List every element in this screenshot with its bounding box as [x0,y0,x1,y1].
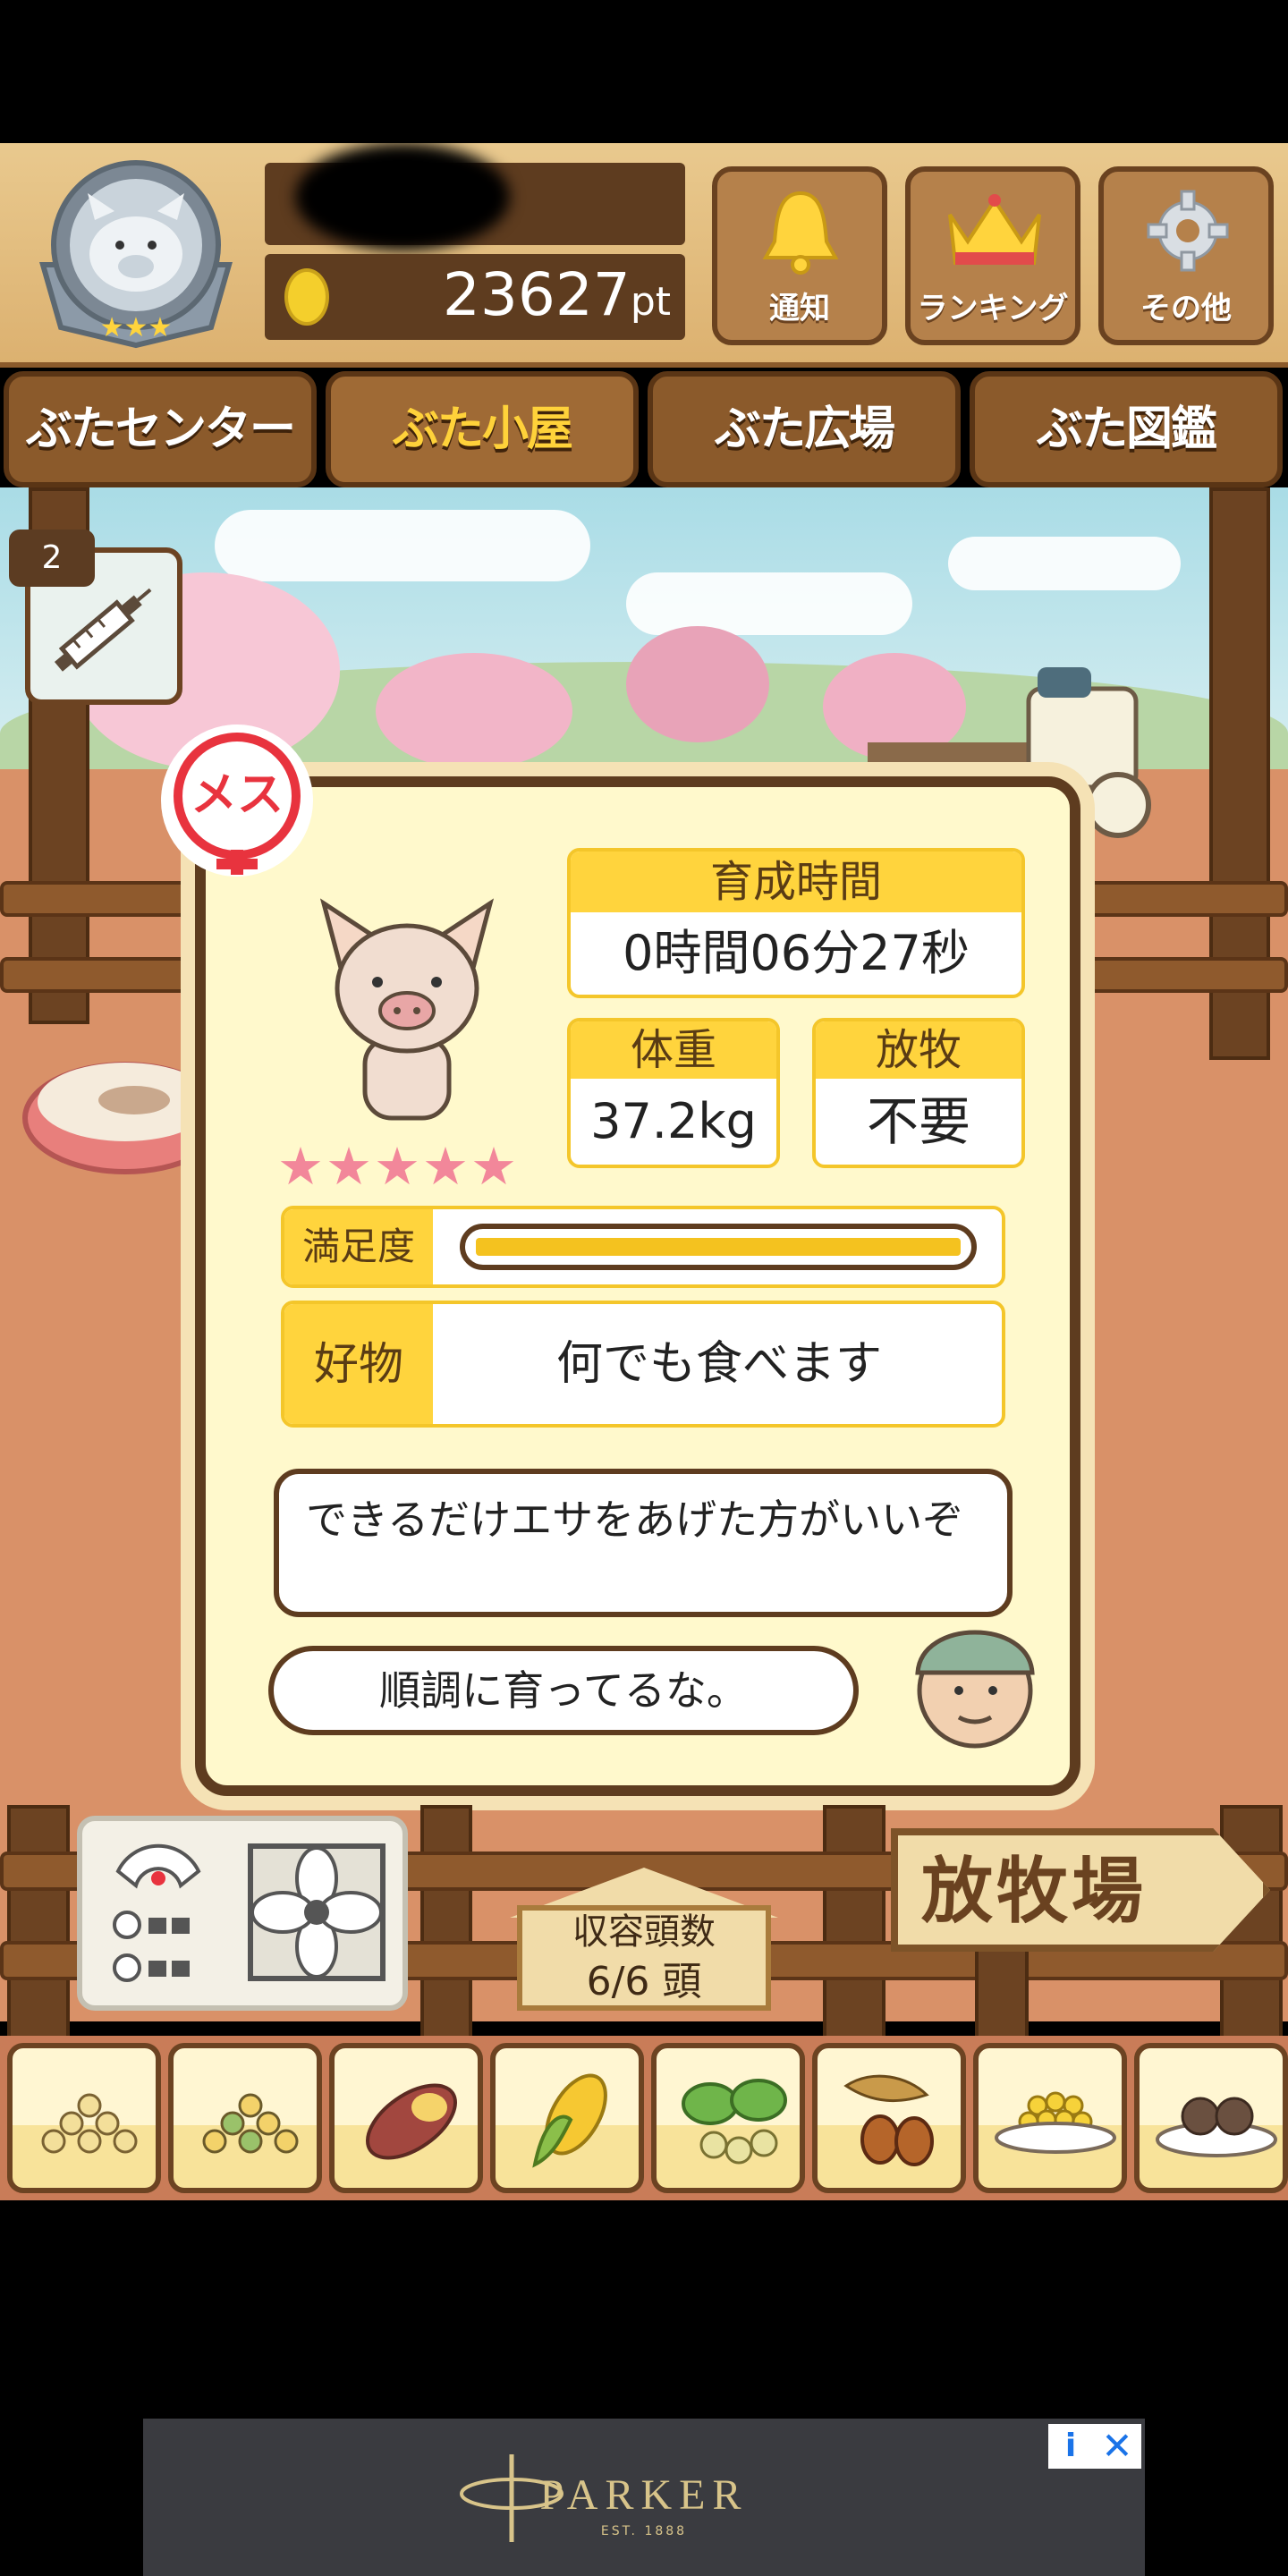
feed-slot-acorn[interactable] [812,2043,966,2193]
pig-icon [319,898,495,1121]
favorite-label: 好物 [284,1304,433,1424]
syringe-icon [54,588,152,672]
tab-buta-encyclopedia[interactable]: ぶた図鑑 [970,371,1283,487]
redacted-name-mask [295,143,510,250]
crown-icon [948,194,1041,265]
favorite-food-row: 好物 何でも食べます [281,1301,1005,1428]
sweet-potato-icon [366,2083,457,2160]
ad-close-icon[interactable]: ✕ [1093,2424,1141,2469]
weight-label: 体重 [571,1021,776,1079]
mixed-beans-icon [202,2093,299,2154]
ranking-button[interactable]: ランキング [905,166,1080,345]
feed-slot-mixed-beans[interactable] [168,2043,322,2193]
notification-button[interactable]: 通知 [712,166,887,345]
status-text: 順調に育ってるな。 [379,1666,748,1715]
feed-slot-corn[interactable] [490,2043,644,2193]
cherry-tree [626,626,769,742]
grazing-label: 放牧 [816,1021,1021,1079]
growth-time-label: 育成時間 [571,852,1021,912]
cherry-tree [376,653,572,769]
settings-button[interactable]: その他 [1098,166,1274,345]
grain-bowl-icon [995,2091,1116,2154]
gear-icon [1147,190,1229,272]
fan-icon [248,1843,386,1981]
pig-badge-icon: ★★★ [39,160,233,349]
growth-time-value: 0時間06分27秒 [623,925,970,981]
coin-icon [284,268,329,326]
greens-icon [682,2079,787,2165]
satisfaction-label: 満足度 [284,1209,433,1284]
bell-icon [762,191,839,275]
advice-speech-bubble: できるだけエサをあげた方がいいぞ [274,1469,1013,1617]
cloud [948,537,1181,590]
item-count-badge: 2 [9,530,95,587]
corn-icon [532,2073,607,2168]
feed-slot-greens[interactable] [651,2043,805,2193]
grazing-value: 不要 [866,1091,970,1152]
capacity-label: 収容頭数 [572,1911,716,1953]
soybean-icon [41,2093,138,2154]
advice-text: できるだけエサをあげた方がいいぞ [306,1496,964,1544]
ad-brand-subtitle: EST. 1888 [600,2524,688,2538]
weight-value: 37.2kg [590,1093,757,1149]
points-value: 23627pt [442,260,671,329]
satisfaction-gauge-fill [476,1238,961,1256]
fence-post [7,1805,70,2046]
weight-panel: 体重 37.2kg [567,1018,780,1168]
feed-slot-chestnut-plate[interactable] [1134,2043,1288,2193]
cloud [626,572,912,635]
svg-text:★★★: ★★★ [100,312,173,343]
fence-post [823,1805,886,2046]
feed-slot-sweet-potato[interactable] [329,2043,483,2193]
fence-post [420,1805,472,2046]
gender-badge: メス [161,724,313,877]
ad-info-icon[interactable]: i [1048,2424,1093,2469]
status-speech-bubble: 順調に育ってるな。 [268,1646,859,1735]
satisfaction-row: 満足度 [281,1206,1005,1288]
chestnut-plate-icon [1156,2097,1277,2157]
cloud [215,510,590,581]
ad-brand: PARKER [539,2471,749,2519]
ventilation-fan-panel[interactable] [77,1816,408,2011]
satisfaction-gauge [460,1224,977,1270]
player-rank-badge[interactable]: ★★★ [25,157,247,350]
grazing-panel: 放牧 不要 [812,1018,1025,1168]
tab-buta-plaza[interactable]: ぶた広場 [648,371,961,487]
tab-buta-shed[interactable]: ぶた小屋 [326,371,639,487]
favorite-value: 何でも食べます [555,1337,882,1391]
feed-slot-grain-bowl[interactable] [973,2043,1127,2193]
acorn-icon [843,2074,934,2166]
farmer-icon [915,1630,1035,1749]
growth-time-panel: 育成時間 0時間06分27秒 [567,848,1025,998]
fan-controls-icon [113,1843,201,1982]
feed-slot-soybean[interactable] [7,2043,161,2193]
grazing-field-label: 放牧場 [921,1850,1147,1933]
capacity-value: 6/6 頭 [586,1959,702,2004]
pig-rating-stars: ★★★★★ [277,1136,519,1197]
capacity-sign: 収容頭数 6/6 頭 [517,1905,771,2011]
tab-buta-center[interactable]: ぶたセンター [4,371,317,487]
gender-label: メス [190,768,284,822]
